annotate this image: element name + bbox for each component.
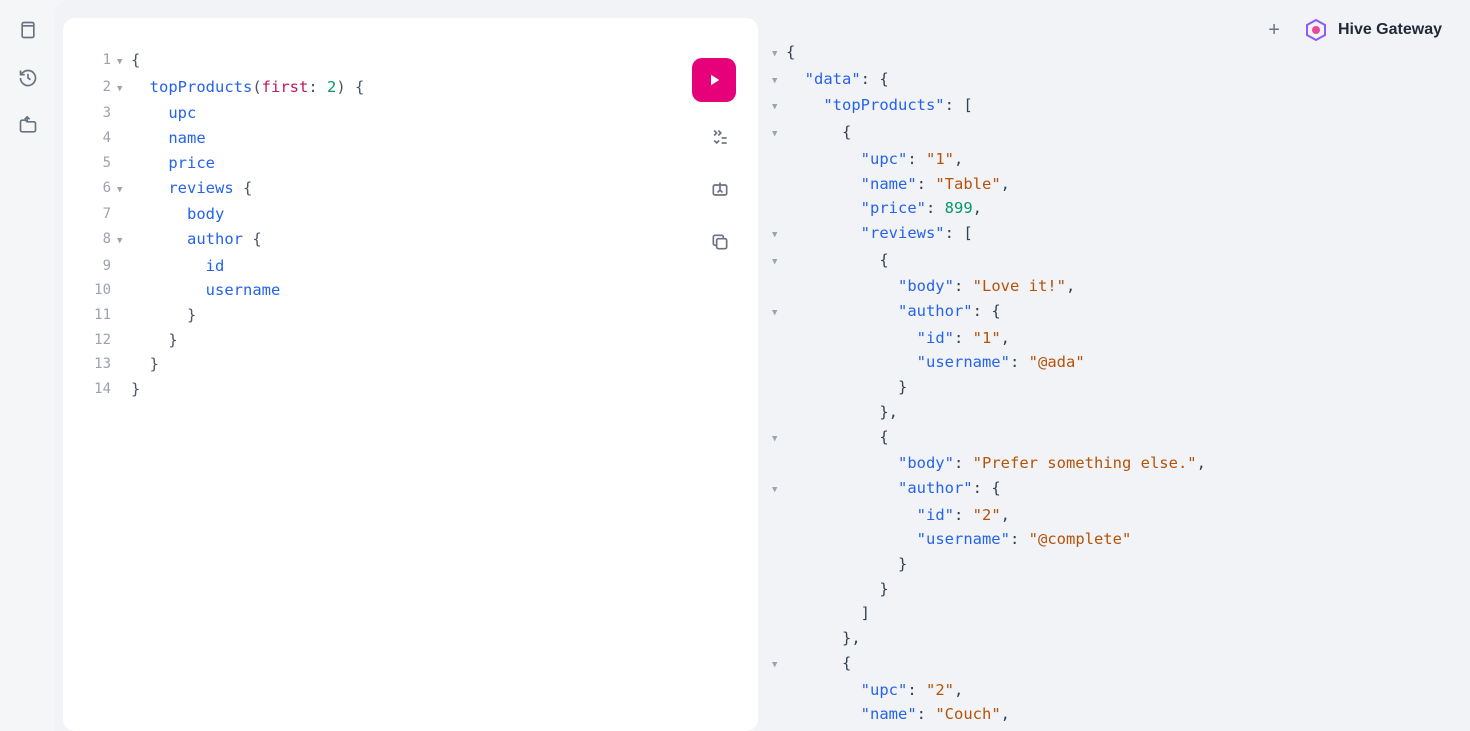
brand-label: Hive Gateway: [1338, 21, 1442, 39]
docs-icon[interactable]: [18, 20, 38, 40]
response-line: "username": "@complete": [772, 527, 1462, 552]
query-editor-panel: 1▼{2▼ topProducts(first: 2) {3 upc4 name…: [63, 18, 758, 731]
response-line: }: [772, 375, 1462, 400]
editor-line[interactable]: 3 upc: [83, 101, 738, 126]
editor-tools: [710, 128, 730, 252]
response-line: ▼ "data": {: [772, 67, 1462, 94]
response-line: }: [772, 552, 1462, 577]
editor-line[interactable]: 8▼ author {: [83, 227, 738, 254]
history-icon[interactable]: [18, 68, 38, 88]
response-line: ]: [772, 601, 1462, 626]
response-line: "body": "Love it!",: [772, 274, 1462, 299]
response-line: ▼ {: [772, 651, 1462, 678]
response-line: ▼ {: [772, 248, 1462, 275]
editor-line[interactable]: 7 body: [83, 202, 738, 227]
response-line: "name": "Couch",: [772, 702, 1462, 727]
response-line: "name": "Table",: [772, 172, 1462, 197]
left-rail: [0, 0, 55, 731]
response-line: ▼ "author": {: [772, 476, 1462, 503]
response-line: ▼ "topProducts": [: [772, 93, 1462, 120]
response-line: "id": "2",: [772, 503, 1462, 528]
response-line: },: [772, 626, 1462, 651]
run-button[interactable]: [692, 58, 736, 102]
editor-line[interactable]: 2▼ topProducts(first: 2) {: [83, 75, 738, 102]
response-line: ▼{: [772, 40, 1462, 67]
editor-line[interactable]: 9 id: [83, 254, 738, 279]
editor-line[interactable]: 13 }: [83, 352, 738, 377]
main-container: 1▼{2▼ topProducts(first: 2) {3 upc4 name…: [55, 0, 1470, 731]
response-line: ▼ "reviews": [: [772, 221, 1462, 248]
hive-logo-icon: [1304, 18, 1328, 42]
response-line: ▼ "author": {: [772, 299, 1462, 326]
editor-line[interactable]: 11 }: [83, 303, 738, 328]
response-line: "upc": "2",: [772, 678, 1462, 703]
folder-icon[interactable]: [18, 116, 38, 136]
response-line: ▼ {: [772, 120, 1462, 147]
response-line: "id": "1",: [772, 326, 1462, 351]
response-line: "username": "@ada": [772, 350, 1462, 375]
response-panel: + Hive Gateway ▼{▼ "data": {▼ "topProduc…: [766, 18, 1462, 731]
query-editor[interactable]: 1▼{2▼ topProducts(first: 2) {3 upc4 name…: [83, 48, 738, 402]
prettify-icon[interactable]: [710, 128, 730, 148]
copy-icon[interactable]: [710, 232, 730, 252]
response-line: }: [772, 577, 1462, 602]
top-right-bar: + Hive Gateway: [1268, 18, 1442, 42]
editor-line[interactable]: 12 }: [83, 328, 738, 353]
response-line: ▼ {: [772, 425, 1462, 452]
editor-line[interactable]: 10 username: [83, 278, 738, 303]
response-line: "upc": "1",: [772, 147, 1462, 172]
editor-line[interactable]: 14}: [83, 377, 738, 402]
response-line: },: [772, 400, 1462, 425]
add-tab-button[interactable]: +: [1268, 19, 1280, 42]
editor-line[interactable]: 6▼ reviews {: [83, 176, 738, 203]
editor-line[interactable]: 1▼{: [83, 48, 738, 75]
brand: Hive Gateway: [1304, 18, 1442, 42]
response-line: "body": "Prefer something else.",: [772, 451, 1462, 476]
response-line: "price": 899,: [772, 196, 1462, 221]
editor-line[interactable]: 4 name: [83, 126, 738, 151]
response-viewer[interactable]: ▼{▼ "data": {▼ "topProducts": [▼ { "upc"…: [772, 40, 1462, 727]
editor-line[interactable]: 5 price: [83, 151, 738, 176]
merge-icon[interactable]: [710, 180, 730, 200]
